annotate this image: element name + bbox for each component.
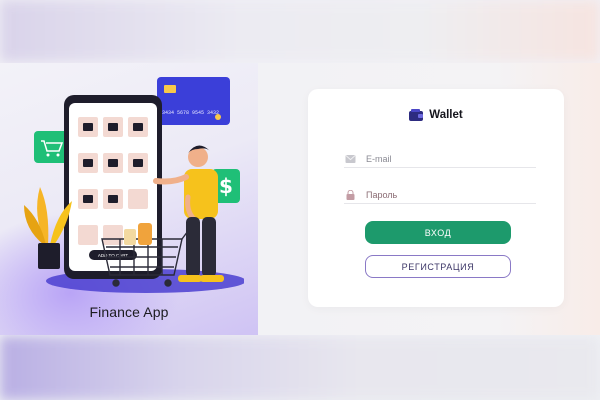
lock-icon <box>346 189 355 200</box>
shopping-cart-icon <box>34 131 68 163</box>
credit-card-icon: 3434 5678 9545 3432 <box>157 77 230 125</box>
card-number: 3434 5678 9545 3432 <box>162 110 219 116</box>
register-button[interactable]: РЕГИСТРАЦИЯ <box>365 255 511 278</box>
background-band-top <box>0 0 600 62</box>
finance-illustration: 3434 5678 9545 3432 $ ADD TO CART <box>24 77 244 293</box>
login-area: Wallet ВХОД РЕГИСТРАЦИЯ <box>258 63 600 335</box>
email-field <box>344 150 536 168</box>
person-illustration <box>153 145 224 282</box>
mail-icon <box>345 154 356 163</box>
login-card: Wallet ВХОД РЕГИСТРАЦИЯ <box>308 89 564 307</box>
brand-name: Wallet <box>429 109 463 121</box>
password-input[interactable] <box>366 189 526 200</box>
email-input[interactable] <box>366 153 526 164</box>
brand: Wallet <box>308 109 564 121</box>
svg-text:$: $ <box>219 174 233 198</box>
wallet-icon <box>409 109 424 121</box>
hero-panel: 3434 5678 9545 3432 $ ADD TO CART Financ… <box>0 63 258 335</box>
hero-caption: Finance App <box>89 304 169 320</box>
password-field <box>344 186 536 204</box>
background-band-bottom <box>0 336 600 400</box>
login-button[interactable]: ВХОД <box>365 221 511 244</box>
app-frame: 3434 5678 9545 3432 $ ADD TO CART Financ… <box>0 63 600 335</box>
